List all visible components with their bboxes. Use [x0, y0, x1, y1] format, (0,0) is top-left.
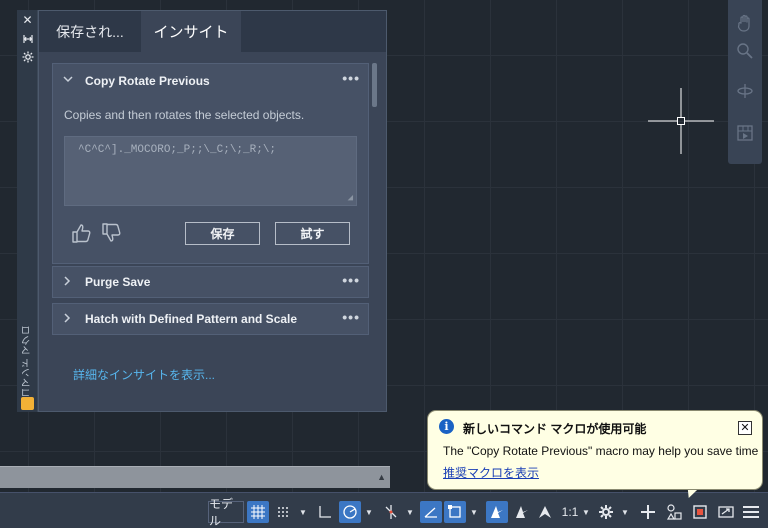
navigation-bar [728, 0, 762, 164]
recommended-macros-link[interactable]: 推奨マクロを表示 [443, 464, 539, 481]
macro-card[interactable]: Hatch with Defined Pattern and Scale ••• [52, 303, 369, 335]
macro-description: Copies and then rotates the selected obj… [64, 108, 305, 122]
isolate-objects-icon[interactable] [664, 501, 684, 523]
object-snap-dropdown-icon[interactable]: ▼ [469, 501, 479, 523]
resize-grip-icon[interactable]: ◢ [348, 193, 353, 203]
tab-bar: 保存され... インサイト [39, 11, 386, 52]
fullscreen-icon[interactable] [716, 501, 736, 523]
tab-insights[interactable]: インサイト [141, 11, 241, 52]
command-macros-palette: 保存され... インサイト Copy Rotate Previous ••• C… [38, 10, 387, 412]
scale-dropdown-icon[interactable]: ▼ [581, 501, 591, 523]
snap-mode-icon[interactable] [273, 501, 293, 523]
notification-balloon: i 新しいコマンド マクロが使用可能 ✕ The "Copy Rotate Pr… [427, 410, 763, 490]
showmotion-icon[interactable] [734, 122, 756, 144]
chevron-down-icon[interactable] [63, 75, 75, 86]
more-options-icon[interactable]: ••• [342, 70, 360, 86]
macro-card-title: Purge Save [85, 275, 151, 289]
more-options-icon[interactable]: ••• [342, 272, 360, 288]
horizontal-scrollbar[interactable]: ▲ [0, 466, 390, 488]
zoom-icon[interactable] [734, 40, 756, 62]
thumbs-down-icon[interactable] [100, 222, 122, 244]
pan-hand-icon[interactable] [734, 12, 756, 34]
snap-dropdown-icon[interactable]: ▼ [298, 501, 308, 523]
crosshair-cursor-icon [648, 88, 714, 154]
thumbs-up-icon[interactable] [70, 222, 92, 244]
macro-card-header[interactable]: Purge Save ••• [53, 267, 368, 297]
info-icon: i [439, 419, 454, 434]
notification-message: The "Copy Rotate Previous" macro may hel… [443, 444, 759, 458]
tab-saved[interactable]: 保存され... [39, 11, 141, 52]
lightbulb-icon [21, 397, 34, 410]
annotation-visibility-icon[interactable] [486, 501, 508, 523]
notification-title: 新しいコマンド マクロが使用可能 [463, 422, 647, 436]
polar-dropdown-icon[interactable]: ▼ [364, 501, 374, 523]
model-space-button[interactable]: モデル [208, 497, 244, 528]
macro-card-title: Hatch with Defined Pattern and Scale [85, 312, 298, 326]
isodraft-icon[interactable] [380, 501, 402, 523]
customization-menu-icon[interactable] [740, 501, 762, 523]
workspace-gear-icon[interactable] [596, 501, 616, 523]
scale-label[interactable]: 1:1 [560, 501, 580, 523]
auto-scale-icon[interactable] [511, 501, 533, 523]
grid-toggle-icon[interactable] [247, 501, 269, 523]
plus-icon[interactable] [638, 501, 658, 523]
save-button[interactable]: 保存 [185, 222, 260, 245]
more-options-icon[interactable]: ••• [342, 309, 360, 325]
macro-card-header[interactable]: Hatch with Defined Pattern and Scale ••• [53, 304, 368, 334]
autohide-icon[interactable] [20, 31, 35, 46]
scroll-up-arrow-icon[interactable]: ▲ [377, 472, 386, 482]
properties-gear-icon[interactable] [20, 49, 35, 64]
palette-title-strip: ✕ コマンド マクロ [17, 10, 38, 412]
scrollbar[interactable] [372, 63, 377, 107]
chevron-right-icon[interactable] [63, 275, 75, 289]
polar-tracking-icon[interactable] [339, 501, 361, 523]
chevron-right-icon[interactable] [63, 312, 75, 326]
macro-card: Copy Rotate Previous ••• Copies and then… [52, 63, 369, 264]
workspace-dropdown-icon[interactable]: ▼ [620, 501, 630, 523]
close-notification-button[interactable]: ✕ [738, 421, 752, 435]
macro-text-field[interactable]: ^C^C^]._MOCORO;_P;;\_C;\;_R;\; ◢ [64, 136, 357, 206]
object-snap-tracking-icon[interactable] [420, 501, 442, 523]
more-insights-link[interactable]: 詳細なインサイトを表示... [73, 366, 215, 383]
orbit-icon[interactable] [734, 80, 756, 102]
macro-card-title: Copy Rotate Previous [85, 73, 210, 88]
macro-card[interactable]: Purge Save ••• [52, 266, 369, 298]
palette-title: コマンド マクロ [22, 325, 33, 398]
command-macros-toggle-icon[interactable] [690, 501, 710, 523]
macro-card-header[interactable]: Copy Rotate Previous ••• [53, 64, 368, 97]
isodraft-dropdown-icon[interactable]: ▼ [405, 501, 415, 523]
macro-text: ^C^C^]._MOCORO;_P;;\_C;\;_R;\; [78, 144, 277, 156]
close-palette-icon[interactable]: ✕ [20, 12, 35, 27]
ortho-mode-icon[interactable] [314, 501, 336, 523]
try-button[interactable]: 試す [275, 222, 350, 245]
status-bar: モデル ▼ ▼ ▼ ▼ 1:1 ▼ ▼ [0, 492, 768, 528]
object-snap-icon[interactable] [444, 501, 466, 523]
annotation-scale-icon[interactable] [535, 501, 555, 523]
